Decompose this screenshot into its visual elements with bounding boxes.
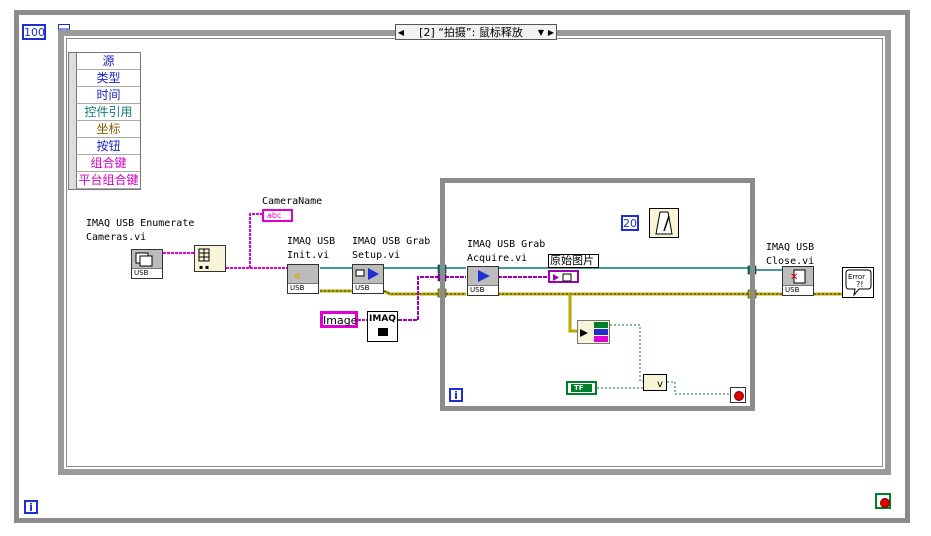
init-label-2: Init.vi xyxy=(287,250,330,261)
init-star-icon: ✲ xyxy=(294,268,301,282)
imaq-create-vi[interactable]: IMAQ xyxy=(367,311,398,342)
usb-tag: USB xyxy=(468,285,498,295)
usb-tag: USB xyxy=(783,285,813,295)
enumerate-label-1: IMAQ USB Enumerate xyxy=(86,218,195,229)
error-handler-vi[interactable]: Error?! xyxy=(842,267,874,298)
play-icon xyxy=(355,268,379,280)
grab-setup-label-2: Setup.vi xyxy=(352,250,401,261)
or-gate-icon: v xyxy=(657,379,663,390)
enumerate-label-2: Cameras.vi xyxy=(86,232,147,243)
raw-image-indicator[interactable] xyxy=(548,270,579,283)
svg-text:v: v xyxy=(657,379,663,390)
usb-grab-setup-vi[interactable]: USB xyxy=(352,264,384,294)
unbundle-error-node[interactable] xyxy=(577,320,610,344)
or-function[interactable]: v xyxy=(643,374,667,391)
grab-acquire-label-1: IMAQ USB Grab xyxy=(467,239,546,250)
index-array-node[interactable]: ▪ ▪ xyxy=(194,245,226,272)
usb-tag: USB xyxy=(288,283,318,293)
usb-close-vi[interactable]: ✕ USB xyxy=(782,266,814,296)
wire-to-cameraname xyxy=(249,213,262,268)
usb-tag: USB xyxy=(132,268,162,278)
metronome-icon xyxy=(655,211,673,235)
bool-constant[interactable]: TF xyxy=(566,381,597,395)
outer-loop-index-terminal: i xyxy=(24,500,38,514)
bool-constant-inner: TF xyxy=(571,384,592,392)
svg-text:?!: ?! xyxy=(856,280,863,289)
unbundle-icon xyxy=(580,322,608,342)
cameraname-indicator[interactable]: abc xyxy=(262,209,293,222)
imaq-create-label: IMAQ xyxy=(369,314,396,324)
close-x-icon: ✕ xyxy=(790,269,806,284)
array-grid-icon: ▪ ▪ xyxy=(198,248,210,271)
image-name-constant[interactable]: Image xyxy=(320,311,358,328)
grab-setup-label-1: IMAQ USB Grab xyxy=(352,236,431,247)
raw-image-label: 原始图片 xyxy=(548,254,599,268)
camera-icon xyxy=(135,252,153,267)
svg-text:✕: ✕ xyxy=(790,272,798,283)
wait-metronome-icon[interactable] xyxy=(649,208,679,238)
svg-text:✲: ✲ xyxy=(294,268,301,282)
imaq-create-subicon xyxy=(377,328,388,336)
inner-loop-index-terminal: i xyxy=(449,388,463,402)
error-speech-icon: Error?! xyxy=(845,269,872,297)
play-icon xyxy=(478,270,490,282)
wait-ms-constant[interactable]: 20 xyxy=(621,215,639,231)
usb-grab-acquire-vi[interactable]: USB xyxy=(467,266,499,296)
cameraname-label: CameraName xyxy=(262,196,323,207)
cameraname-indicator-text: abc xyxy=(267,211,282,220)
svg-text:▪ ▪: ▪ ▪ xyxy=(199,264,209,271)
init-label-1: IMAQ USB xyxy=(287,236,336,247)
close-label-1: IMAQ USB xyxy=(766,242,815,253)
grab-acquire-label-2: Acquire.vi xyxy=(467,253,528,264)
enumerate-cameras-vi[interactable]: USB xyxy=(131,249,163,279)
image-indicator-icon xyxy=(553,273,572,282)
loop-stop-condition-icon[interactable] xyxy=(730,387,746,403)
outer-loop-stop-icon[interactable] xyxy=(875,493,891,509)
usb-init-vi[interactable]: ✲ USB xyxy=(287,264,319,294)
usb-tag: USB xyxy=(353,283,383,293)
